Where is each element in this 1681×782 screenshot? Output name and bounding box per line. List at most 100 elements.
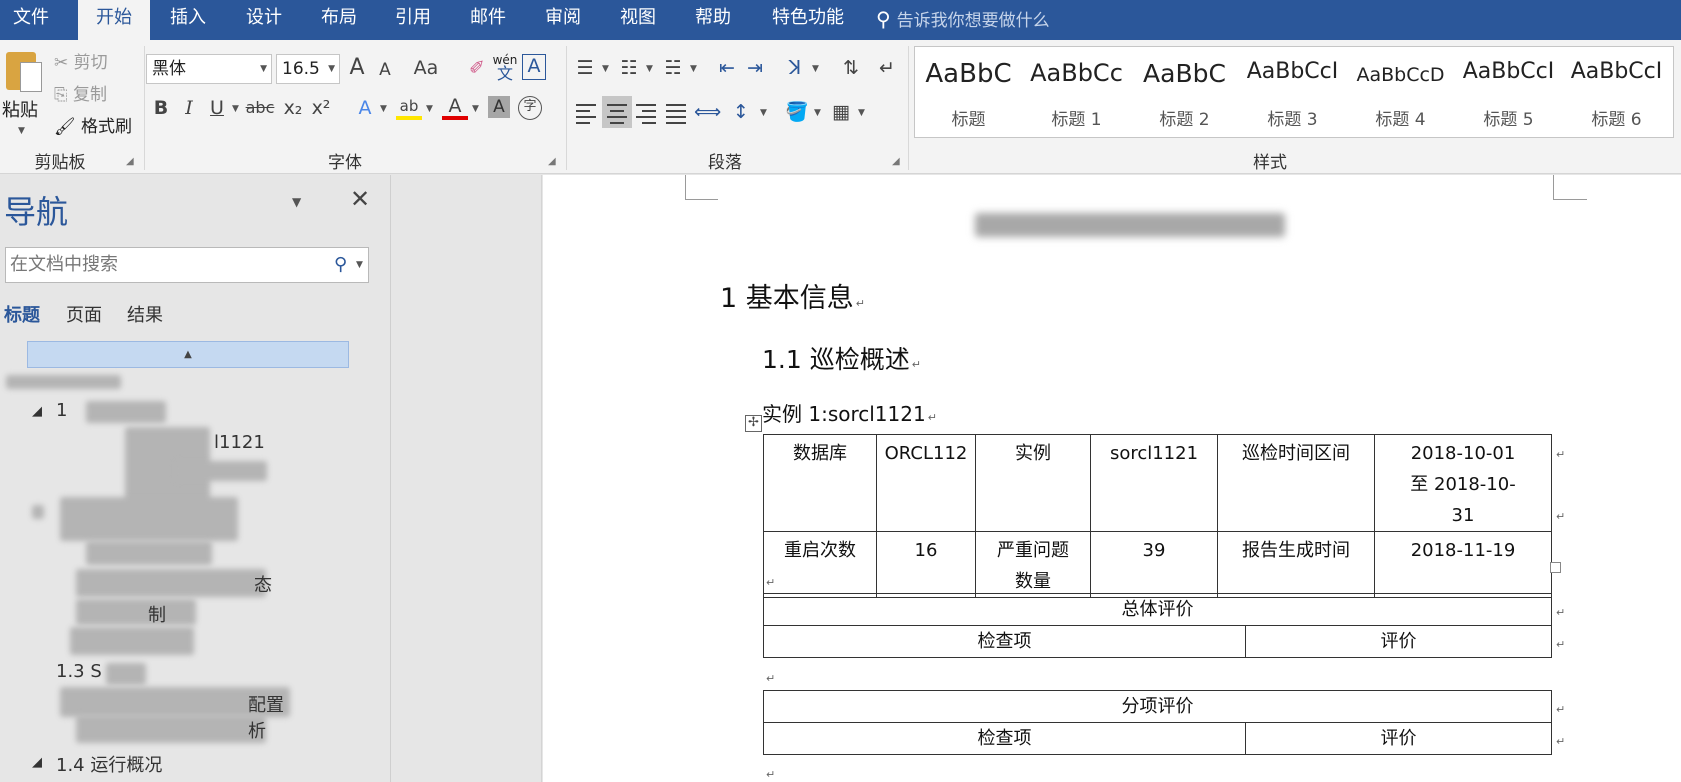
tab-home[interactable]: 开始 (78, 0, 150, 40)
bullets-icon[interactable]: ☰ (572, 54, 598, 82)
table-cell[interactable]: 评价 (1245, 625, 1552, 658)
enclose-characters-button[interactable]: 字 (518, 96, 542, 120)
table-resize-handle[interactable] (1550, 562, 1561, 573)
italic-button[interactable]: I (176, 94, 202, 122)
table-cell[interactable]: 39 (1090, 531, 1218, 598)
font-launcher-icon[interactable]: ◢ (548, 156, 556, 167)
numbering-icon[interactable]: ☷ (616, 54, 642, 82)
align-left-icon[interactable] (576, 102, 598, 124)
nav-tab-pages[interactable]: 页面 (66, 301, 102, 327)
shrink-font-button[interactable]: A (372, 56, 398, 84)
phonetic-guide-button[interactable]: wén 文 (492, 54, 518, 82)
table-cell[interactable]: 16 (876, 531, 976, 598)
chinese-layout-dropdown-icon[interactable]: ▼ (812, 64, 819, 74)
font-name-select[interactable]: 黑体 ▼ (146, 54, 272, 84)
table-cell[interactable]: 实例 (975, 434, 1091, 532)
table-cell[interactable]: 分项评价 (763, 690, 1552, 723)
nav-heading-1-prefix[interactable]: 1 (56, 400, 67, 421)
align-right-icon[interactable] (636, 102, 658, 124)
close-icon[interactable]: ✕ (350, 185, 370, 213)
heading-2[interactable]: 1.1 巡检概述 ↵ (762, 340, 921, 376)
table-cell[interactable]: 评价 (1245, 722, 1552, 755)
bold-button[interactable]: B (148, 94, 174, 122)
font-color-button[interactable]: A (442, 92, 468, 120)
sort-icon[interactable]: ⇅ (838, 54, 864, 82)
tab-review[interactable]: 审阅 (535, 0, 591, 40)
paste-label[interactable]: 粘贴 (2, 96, 38, 122)
nav-options-dropdown-icon[interactable]: ▼ (292, 195, 301, 209)
tab-help[interactable]: 帮助 (685, 0, 741, 40)
align-center-icon[interactable] (602, 96, 632, 128)
style-title[interactable]: AaBbC 标题 (915, 47, 1022, 137)
tab-references[interactable]: 引用 (385, 0, 441, 40)
tab-special-features[interactable]: 特色功能 (760, 0, 856, 40)
table-cell[interactable]: 报告生成时间 (1217, 531, 1375, 598)
table-move-handle[interactable]: ✢ (745, 415, 762, 432)
distributed-icon[interactable]: ⟺ (694, 98, 721, 126)
numbering-dropdown-icon[interactable]: ▼ (646, 64, 653, 74)
format-painter-button[interactable]: 🖌 格式刷 (54, 112, 132, 137)
font-size-select[interactable]: 16.5 ▼ (276, 54, 340, 84)
font-color-dropdown-icon[interactable]: ▼ (472, 104, 479, 114)
nav-state-suffix[interactable]: 态 (254, 571, 272, 597)
underline-button[interactable]: U (204, 94, 230, 122)
line-spacing-dropdown-icon[interactable]: ▼ (760, 108, 767, 118)
nav-instance-suffix[interactable]: l1121 (214, 432, 265, 453)
character-border-button[interactable]: A (522, 54, 546, 80)
collapse-icon[interactable]: ◢ (32, 404, 42, 419)
nav-config-suffix[interactable]: 配置 (248, 691, 284, 717)
strikethrough-button[interactable]: abc (244, 94, 276, 122)
highlight-button[interactable]: ab (396, 92, 422, 120)
tab-layout[interactable]: 布局 (311, 0, 367, 40)
nav-heading-1-3[interactable]: 1.3 S (56, 661, 102, 682)
table-cell[interactable]: 重启次数 (763, 531, 877, 598)
change-case-button[interactable]: Aa (408, 54, 444, 82)
tell-me-box[interactable]: ⚲ 告诉我你想要做什么 (876, 0, 1050, 40)
nav-tab-headings[interactable]: 标题 (4, 301, 40, 327)
text-effects-button[interactable]: A (352, 94, 378, 122)
tab-view[interactable]: 视图 (610, 0, 666, 40)
tab-mailings[interactable]: 邮件 (460, 0, 516, 40)
paragraph-launcher-icon[interactable]: ◢ (892, 156, 900, 167)
tab-file[interactable]: 文件 (0, 0, 62, 40)
clear-formatting-icon[interactable]: ✐ (464, 54, 490, 82)
style-heading-1[interactable]: AaBbCc 标题 1 (1023, 47, 1130, 137)
style-heading-5[interactable]: AaBbCcI 标题 5 (1455, 47, 1562, 137)
table-cell[interactable]: ORCL112 (876, 434, 976, 532)
table-cell[interactable]: 总体评价 (763, 593, 1552, 626)
collapse-icon[interactable]: ◢ (32, 755, 42, 770)
style-heading-6[interactable]: AaBbCcI 标题 6 (1563, 47, 1670, 137)
multilevel-dropdown-icon[interactable]: ▼ (690, 64, 697, 74)
paint-bucket-icon[interactable]: 🪣 (784, 98, 810, 126)
search-dropdown-icon[interactable]: ▼ (356, 248, 363, 282)
decrease-indent-icon[interactable]: ⇤ (714, 54, 740, 82)
chinese-layout-icon[interactable]: ꓘ (782, 54, 808, 82)
nav-analysis-suffix[interactable]: 析 (248, 717, 266, 743)
tab-insert[interactable]: 插入 (160, 0, 216, 40)
table-cell[interactable]: 检查项 (763, 625, 1246, 658)
nav-search-input[interactable]: 在文档中搜索 ⚲ ▼ (5, 247, 369, 283)
character-shading-button[interactable]: A (488, 96, 510, 118)
subscript-button[interactable]: x₂ (280, 94, 306, 122)
multilevel-list-icon[interactable]: ☵ (660, 54, 686, 82)
table-cell[interactable]: 巡检时间区间 (1217, 434, 1375, 532)
table-cell[interactable]: 检查项 (763, 722, 1246, 755)
underline-dropdown-icon[interactable]: ▼ (232, 104, 239, 114)
highlight-dropdown-icon[interactable]: ▼ (426, 104, 433, 114)
style-heading-3[interactable]: AaBbCcI 标题 3 (1239, 47, 1346, 137)
nav-system-suffix[interactable]: 制 (148, 601, 166, 627)
grow-font-button[interactable]: A (344, 54, 370, 82)
table-cell[interactable]: 2018-10-01 至 2018-10-31 (1374, 434, 1552, 532)
effects-dropdown-icon[interactable]: ▼ (380, 104, 387, 114)
copy-button[interactable]: ⎘ 复制 (54, 80, 107, 105)
show-marks-icon[interactable]: ↵ (874, 54, 900, 82)
shading-dropdown-icon[interactable]: ▼ (814, 108, 821, 118)
tab-design[interactable]: 设计 (236, 0, 292, 40)
table-cell[interactable]: sorcl1121 (1090, 434, 1218, 532)
nav-heading-1-4[interactable]: 1.4 运行概况 (56, 751, 162, 777)
table-cell[interactable]: 2018-11-19 (1374, 531, 1552, 598)
instance-line[interactable]: 实例 1:sorcl1121 ↵ (762, 398, 937, 427)
clipboard-launcher-icon[interactable]: ◢ (126, 156, 134, 167)
justify-icon[interactable] (666, 102, 688, 124)
bullets-dropdown-icon[interactable]: ▼ (602, 64, 609, 74)
